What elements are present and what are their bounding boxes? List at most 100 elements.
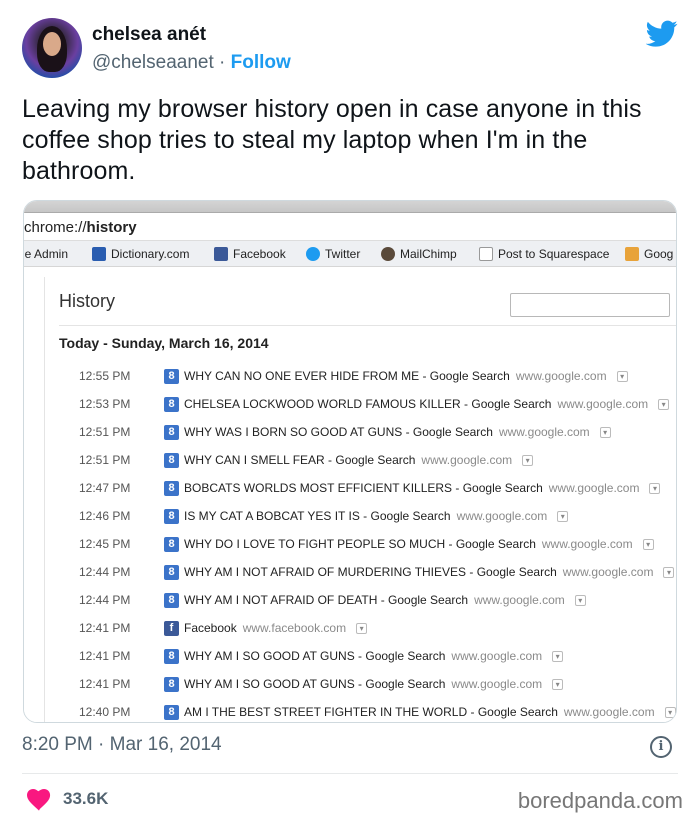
history-time: 12:44 PM (79, 565, 131, 579)
bookmarks-bar: le Admin Dictionary.com Facebook Twitter… (24, 241, 676, 267)
history-row[interactable]: 12:44 PM 8 WHY AM I NOT AFRAID OF DEATH - … (79, 591, 586, 609)
history-title[interactable]: WHY CAN NO ONE EVER HIDE FROM ME - Googl… (184, 369, 510, 383)
history-time: 12:46 PM (79, 509, 131, 523)
history-row[interactable]: 12:41 PM f Facebook www.facebook.com ▾ (79, 619, 368, 637)
history-domain: www.google.com (451, 677, 543, 691)
history-title[interactable]: WHY AM I NOT AFRAID OF MURDERING THIEVES… (184, 565, 557, 579)
mailchimp-icon (381, 247, 395, 261)
history-title[interactable]: WHY DO I LOVE TO FIGHT PEOPLE SO MUCH - … (184, 537, 536, 551)
attached-screenshot[interactable]: chrome://history le Admin Dictionary.com… (23, 200, 677, 723)
bookmark-label: MailChimp (400, 247, 457, 261)
row-menu-icon[interactable]: ▾ (616, 370, 628, 382)
bookmark-label: Facebook (233, 247, 286, 261)
google-icon: 8 (164, 508, 179, 524)
bookmark-mailchimp[interactable]: MailChimp (381, 247, 457, 261)
google-icon (625, 247, 639, 261)
row-menu-icon[interactable]: ▾ (664, 706, 676, 718)
history-row[interactable]: 12:51 PM 8 WHY WAS I BORN SO GOOD AT GUNS … (79, 423, 611, 441)
bookmark-label: Goog (644, 247, 674, 261)
history-title[interactable]: BOBCATS WORLDS MOST EFFICIENT KILLERS - … (184, 481, 543, 495)
title-divider (59, 325, 676, 326)
history-time: 12:55 PM (79, 369, 131, 383)
follow-button[interactable]: Follow (231, 52, 291, 73)
display-name[interactable]: chelsea anét (92, 24, 206, 46)
url-prefix: chrome:// (24, 219, 87, 236)
history-row[interactable]: 12:44 PM 8 WHY AM I NOT AFRAID OF MURDERIN… (79, 563, 675, 581)
heart-icon[interactable] (26, 789, 52, 811)
google-icon: 8 (164, 536, 179, 552)
history-time: 12:47 PM (79, 481, 131, 495)
handle[interactable]: @chelseaanet (92, 52, 214, 73)
bookmark-google[interactable]: Goog (625, 247, 673, 261)
google-icon: 8 (164, 564, 179, 580)
history-domain: www.google.com (498, 425, 590, 439)
url-path: history (86, 219, 137, 236)
history-title[interactable]: WHY AM I SO GOOD AT GUNS - Google Search (184, 677, 445, 691)
row-menu-icon[interactable]: ▾ (552, 650, 564, 662)
bookmark-admin[interactable]: le Admin (24, 247, 68, 261)
history-domain: www.google.com (421, 453, 513, 467)
history-row[interactable]: 12:41 PM 8 WHY AM I SO GOOD AT GUNS - Goog… (79, 647, 564, 665)
facebook-icon (214, 247, 228, 261)
row-menu-icon[interactable]: ▾ (522, 454, 534, 466)
history-row[interactable]: 12:41 PM 8 WHY AM I SO GOOD AT GUNS - Goog… (79, 675, 564, 693)
google-icon: 8 (164, 592, 179, 608)
row-menu-icon[interactable]: ▾ (356, 622, 368, 634)
avatar[interactable] (22, 18, 82, 78)
history-title[interactable]: WHY CAN I SMELL FEAR - Google Search (184, 453, 415, 467)
bookmark-twitter[interactable]: Twitter (306, 247, 360, 261)
history-domain: www.google.com (456, 509, 548, 523)
google-icon: 8 (164, 648, 179, 664)
history-row[interactable]: 12:46 PM 8 IS MY CAT A BOBCAT YES IT IS - … (79, 507, 569, 525)
history-title[interactable]: WHY AM I SO GOOD AT GUNS - Google Search (184, 649, 445, 663)
row-menu-icon[interactable]: ▾ (649, 482, 661, 494)
history-time: 12:41 PM (79, 677, 131, 691)
history-title[interactable]: WHY AM I NOT AFRAID OF DEATH - Google Se… (184, 593, 468, 607)
page-icon (479, 247, 493, 261)
row-menu-icon[interactable]: ▾ (599, 426, 611, 438)
bookmark-label: Dictionary.com (111, 247, 190, 261)
history-row[interactable]: 12:40 PM 8 AM I THE BEST STREET FIGHTER IN… (79, 703, 676, 721)
info-icon[interactable]: i (650, 736, 672, 758)
row-menu-icon[interactable]: ▾ (658, 398, 670, 410)
page-title: History (59, 291, 116, 311)
handle-separator: · (213, 52, 231, 73)
watermark: boredpanda.com (517, 788, 683, 813)
history-title[interactable]: WHY WAS I BORN SO GOOD AT GUNS - Google … (184, 425, 493, 439)
history-domain: www.facebook.com (242, 621, 347, 635)
row-menu-icon[interactable]: ▾ (642, 538, 654, 550)
history-time: 12:51 PM (79, 453, 131, 467)
tweet-timestamp[interactable]: 8:20 PM · Mar 16, 2014 (22, 734, 222, 756)
history-domain: www.google.com (548, 481, 640, 495)
row-menu-icon[interactable]: ▾ (557, 510, 569, 522)
row-menu-icon[interactable]: ▾ (574, 594, 586, 606)
like-count[interactable]: 33.6K (63, 789, 108, 809)
history-title[interactable]: CHELSEA LOCKWOOD WORLD FAMOUS KILLER - G… (184, 397, 551, 411)
google-icon: 8 (164, 368, 179, 384)
history-time: 12:41 PM (79, 649, 131, 663)
browser-tab-strip (24, 201, 676, 213)
footer-divider (22, 773, 678, 774)
tweet-text: Leaving my browser history open in case … (22, 95, 642, 185)
bookmark-dictionary[interactable]: Dictionary.com (92, 247, 189, 261)
history-row[interactable]: 12:45 PM 8 WHY DO I LOVE TO FIGHT PEOPLE S… (79, 535, 654, 553)
history-title[interactable]: IS MY CAT A BOBCAT YES IT IS - Google Se… (184, 509, 451, 523)
bookmark-facebook[interactable]: Facebook (214, 247, 286, 261)
bookmark-label: Twitter (325, 247, 361, 261)
address-bar[interactable]: chrome://history (24, 213, 676, 241)
history-time: 12:45 PM (79, 537, 131, 551)
history-row[interactable]: 12:51 PM 8 WHY CAN I SMELL FEAR - Google S… (79, 451, 534, 469)
history-title[interactable]: AM I THE BEST STREET FIGHTER IN THE WORL… (184, 705, 558, 719)
history-title[interactable]: Facebook (184, 621, 237, 635)
google-icon: 8 (164, 452, 179, 468)
row-menu-icon[interactable]: ▾ (552, 678, 564, 690)
history-row[interactable]: 12:55 PM 8 WHY CAN NO ONE EVER HIDE FROM M… (79, 367, 628, 385)
search-history-input[interactable] (510, 293, 670, 317)
history-row[interactable]: 12:53 PM 8 CHELSEA LOCKWOOD WORLD FAMOUS K… (79, 395, 670, 413)
history-row[interactable]: 12:47 PM 8 BOBCATS WORLDS MOST EFFICIENT K… (79, 479, 661, 497)
history-time: 12:41 PM (79, 621, 131, 635)
row-menu-icon[interactable]: ▾ (663, 566, 675, 578)
bookmark-squarespace[interactable]: Post to Squarespace (479, 247, 609, 261)
avatar-face (43, 32, 61, 56)
bookmark-label: Post to Squarespace (498, 247, 610, 261)
